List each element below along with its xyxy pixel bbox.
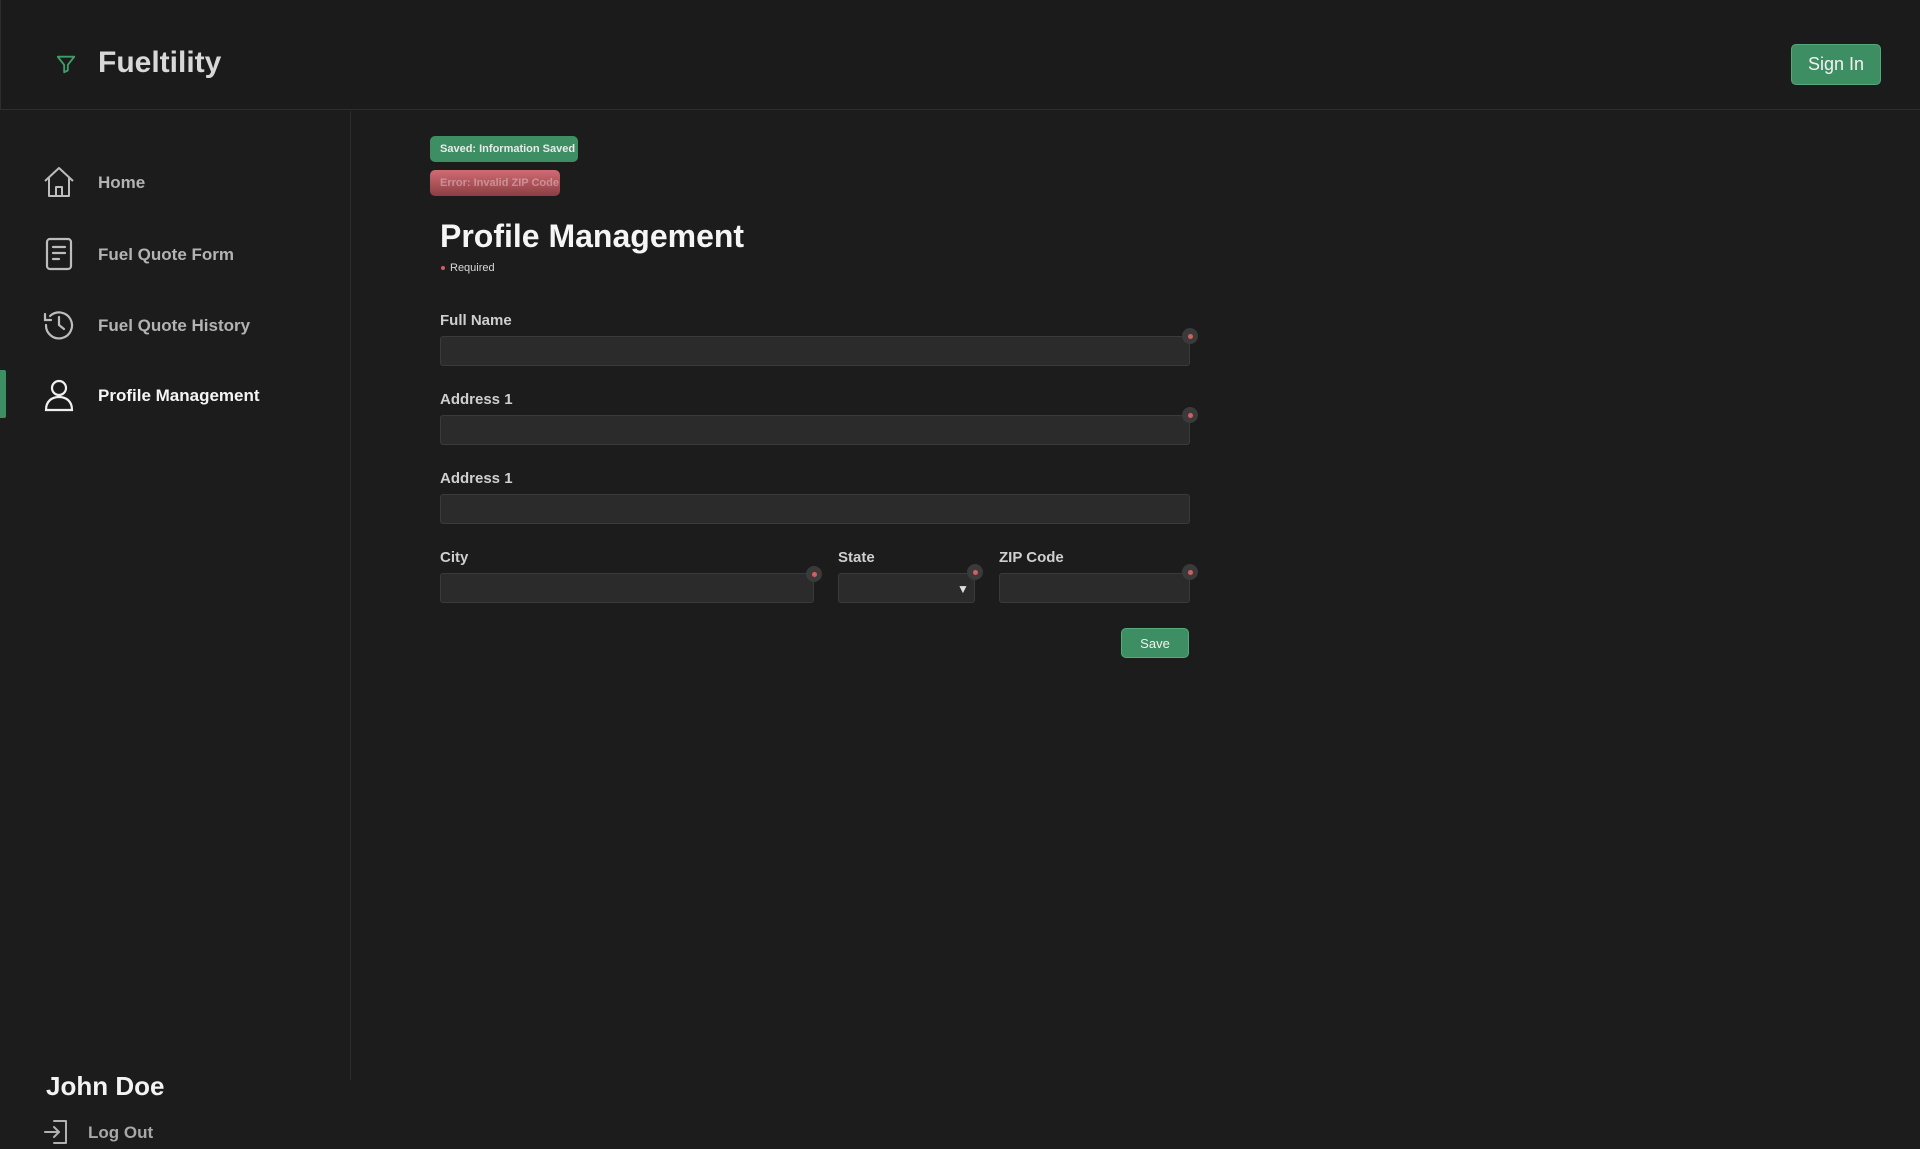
city-input[interactable]	[440, 573, 814, 603]
top-header: Fueltility Sign In	[0, 0, 1920, 110]
required-legend: Required	[450, 262, 495, 274]
sidebar-item-profile-management[interactable]: Profile Management	[0, 370, 350, 420]
sidebar-item-label: Fuel Quote History	[98, 316, 251, 335]
user-icon	[44, 379, 74, 412]
state-label: State	[838, 549, 875, 566]
logout-icon	[44, 1120, 67, 1144]
full-name-label: Full Name	[440, 312, 512, 329]
required-marker-icon	[1182, 328, 1198, 344]
sidebar-item-label: Home	[98, 173, 146, 192]
required-marker-icon	[967, 564, 983, 580]
page-title: Profile Management	[440, 218, 745, 254]
required-marker-icon	[806, 566, 822, 582]
sign-in-button[interactable]: Sign In	[1791, 44, 1881, 85]
active-indicator	[0, 370, 6, 418]
full-name-input[interactable]	[440, 336, 1190, 366]
required-marker-icon	[1182, 407, 1198, 423]
app-title: Fueltility	[98, 46, 222, 79]
sidebar-item-label: Fuel Quote Form	[98, 245, 234, 264]
home-icon	[44, 167, 74, 197]
sidebar-item-fuel-quote-form[interactable]: Fuel Quote Form	[0, 229, 350, 279]
zip-label: ZIP Code	[999, 549, 1064, 566]
address1-input[interactable]	[440, 415, 1190, 445]
form-icon	[45, 237, 73, 271]
success-toast: Saved: Information Saved	[430, 136, 578, 162]
sidebar-item-home[interactable]: Home	[0, 157, 350, 207]
history-icon	[43, 311, 74, 340]
state-select[interactable]	[838, 573, 975, 603]
sidebar-item-label: Profile Management	[98, 386, 260, 405]
user-name: John Doe	[46, 1071, 165, 1101]
required-dot-icon	[441, 266, 445, 270]
funnel-icon	[56, 55, 76, 74]
error-toast: Error: Invalid ZIP Code	[430, 170, 560, 196]
address2-input[interactable]	[440, 494, 1190, 524]
address1-label: Address 1	[440, 391, 513, 408]
zip-input[interactable]	[999, 573, 1190, 603]
required-marker-icon	[1182, 564, 1198, 580]
logout-label: Log Out	[88, 1123, 154, 1142]
address2-label: Address 1	[440, 470, 513, 487]
save-button[interactable]: Save	[1121, 628, 1189, 658]
sidebar: Home Fuel Quote Form Fuel Quote History …	[0, 111, 351, 1144]
logout-button[interactable]: Log Out	[42, 1115, 182, 1149]
sidebar-item-fuel-quote-history[interactable]: Fuel Quote History	[0, 300, 350, 350]
city-label: City	[440, 549, 469, 566]
